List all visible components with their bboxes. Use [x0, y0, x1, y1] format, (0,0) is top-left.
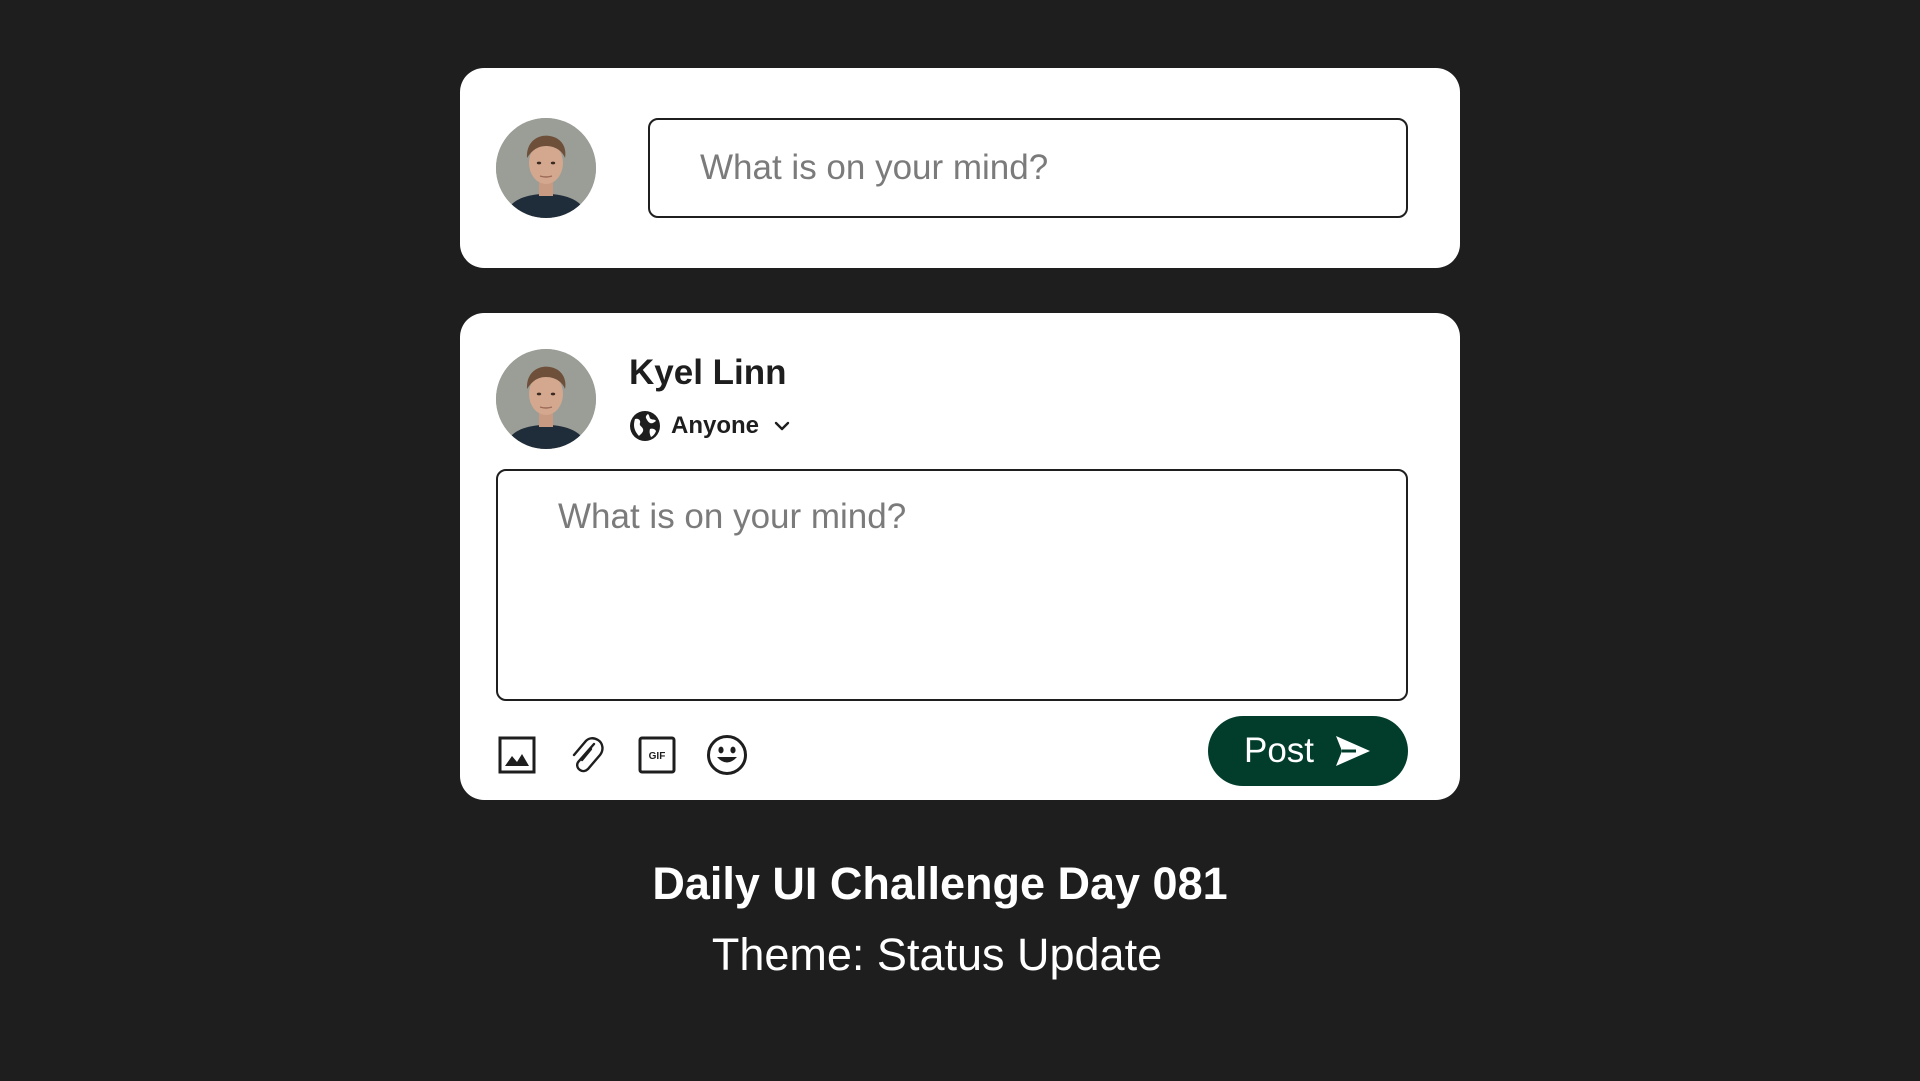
post-button-label: Post [1243, 731, 1315, 770]
post-button[interactable]: Post [1208, 716, 1408, 786]
avatar-photo-icon [496, 349, 596, 449]
gif-icon: GIF [638, 736, 676, 774]
compact-composer-card [460, 68, 1460, 268]
status-input[interactable] [648, 118, 1408, 218]
gif-icon-label: GIF [649, 751, 666, 762]
add-image-button[interactable] [496, 734, 538, 776]
paperclip-icon [572, 737, 604, 773]
globe-icon [630, 411, 660, 441]
avatar[interactable] [496, 118, 596, 218]
chevron-down-icon [774, 421, 790, 431]
attach-file-button[interactable] [566, 734, 608, 776]
caption-subtitle: Theme: Status Update [711, 929, 1163, 980]
add-emoji-button[interactable] [706, 734, 748, 776]
audience-label: Anyone [671, 412, 760, 439]
expanded-composer-card: Kyel Linn Anyone What is on your mind? G… [460, 313, 1460, 800]
avatar-photo-icon [496, 118, 596, 218]
attachment-toolbar: GIF [496, 729, 748, 781]
canvas: Kyel Linn Anyone [0, 0, 1920, 1081]
emoji-icon [707, 735, 747, 775]
send-icon [1336, 736, 1371, 766]
avatar[interactable] [496, 349, 596, 449]
status-textarea[interactable] [496, 469, 1408, 701]
add-gif-button[interactable]: GIF [636, 734, 678, 776]
audience-selector[interactable]: Anyone [629, 409, 791, 443]
caption-title: Daily UI Challenge Day 081 [652, 858, 1228, 909]
user-name: Kyel Linn [629, 353, 787, 392]
image-icon [498, 736, 536, 774]
